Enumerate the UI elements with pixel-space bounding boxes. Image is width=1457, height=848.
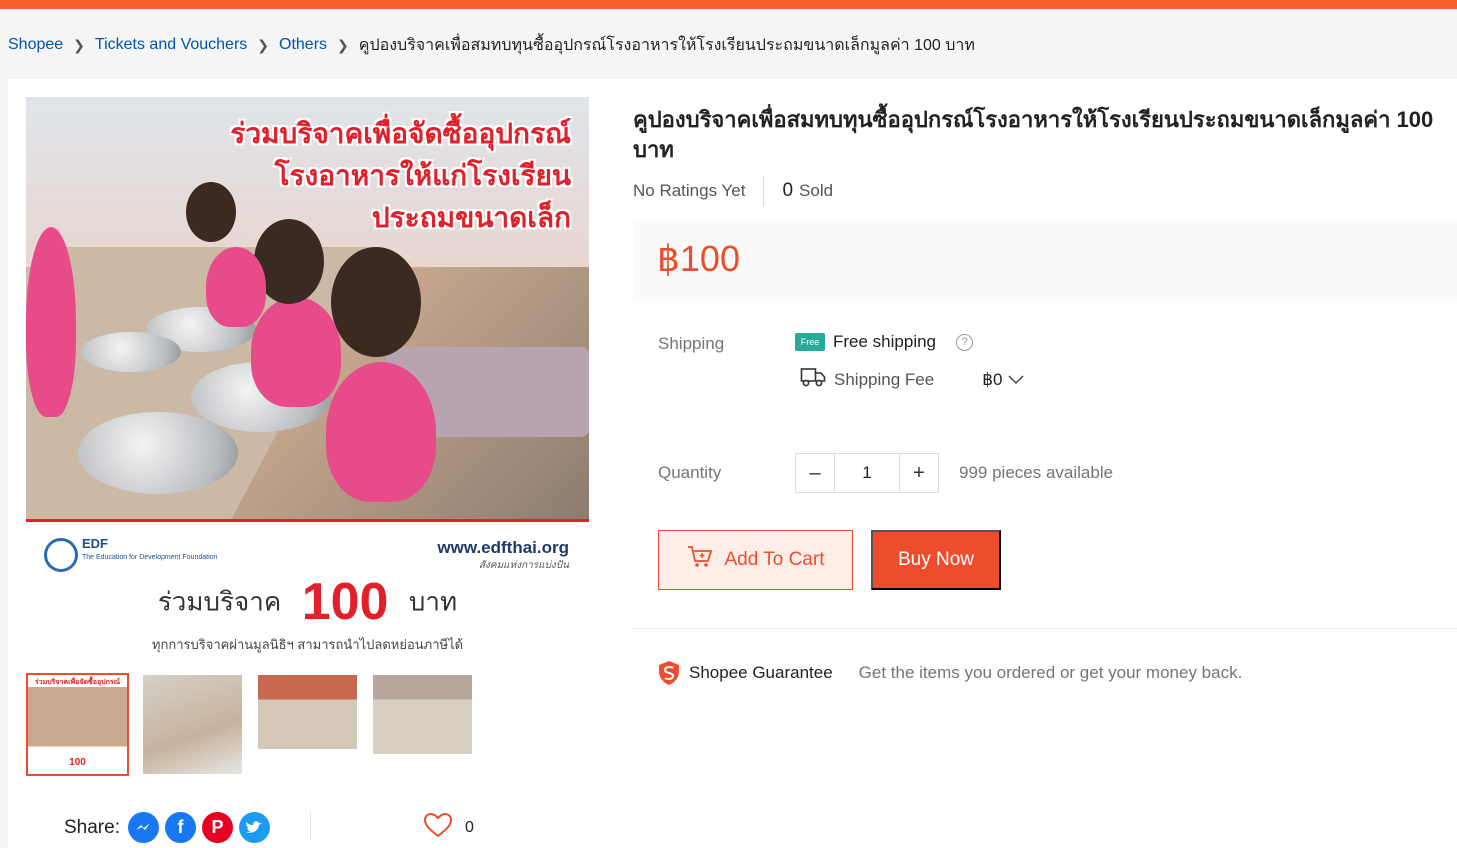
quantity-stepper: – 1 + 999 pieces available bbox=[795, 453, 1113, 493]
photo-child bbox=[26, 227, 76, 417]
quantity-label: Quantity bbox=[658, 463, 722, 482]
guarantee-text: Get the items you ordered or get your mo… bbox=[858, 663, 1243, 682]
chevron-right-icon: ❯ bbox=[73, 36, 85, 53]
thumbnail-strip: ร่วมบริจาคเพื่อจัดซื้ออุปกรณ์ 100 bbox=[26, 673, 474, 776]
product-photo: ร่วมบริจาคเพื่อจัดซื้ออุปกรณ์ โรงอาหารให… bbox=[26, 97, 589, 537]
shield-icon bbox=[657, 660, 681, 686]
shopee-guarantee: Shopee Guarantee Get the items you order… bbox=[657, 660, 1242, 686]
free-shipping-icon: Free bbox=[795, 333, 825, 351]
guarantee-title: Shopee Guarantee bbox=[689, 663, 833, 682]
cart-icon bbox=[687, 545, 713, 575]
free-shipping-text: Free shipping bbox=[833, 332, 937, 351]
messenger-icon[interactable] bbox=[127, 812, 159, 843]
twitter-icon[interactable] bbox=[238, 812, 270, 843]
increase-quantity-button[interactable]: + bbox=[899, 453, 939, 493]
quantity-input[interactable]: 1 bbox=[835, 453, 899, 493]
edf-short-name: EDF bbox=[82, 536, 108, 551]
breadcrumb-home[interactable]: Shopee bbox=[8, 36, 63, 54]
thumbnail-image bbox=[143, 675, 242, 774]
photo-tray bbox=[81, 332, 181, 372]
price: ฿100 bbox=[657, 238, 740, 279]
image-headline-line: ประถมขนาดเล็ก bbox=[371, 202, 571, 233]
buy-now-button[interactable]: Buy Now bbox=[871, 530, 1001, 590]
thumbnail-headline: ร่วมบริจาคเพื่อจัดซื้ออุปกรณ์ bbox=[34, 679, 121, 686]
breadcrumb-current: คูปองบริจาคเพื่อสมทบทุนซื้ออุปกรณ์โรงอาห… bbox=[358, 36, 975, 54]
donate-amount: 100 bbox=[301, 573, 389, 631]
tax-deduction-note: ทุกการบริจาคผ่านมูลนิธิฯ สามารถนำไปลดหย่… bbox=[151, 637, 464, 652]
image-headline: ร่วมบริจาคเพื่อจัดซื้ออุปกรณ์ โรงอาหารให… bbox=[230, 113, 571, 239]
edf-logo-icon bbox=[44, 538, 78, 572]
add-to-cart-label: Add To Cart bbox=[724, 549, 825, 570]
favorite-count: 0 bbox=[465, 818, 474, 836]
stock-available: 999 pieces available bbox=[959, 463, 1114, 482]
donation-banner: EDF The Education for Development Founda… bbox=[26, 519, 589, 660]
product-stats: No Ratings Yet 0 Sold bbox=[633, 176, 833, 206]
image-headline-line: โรงอาหารให้แก่โรงเรียน bbox=[274, 160, 571, 191]
edf-url: www.edfthai.org bbox=[437, 538, 569, 557]
breadcrumb-subcategory[interactable]: Others bbox=[279, 36, 327, 54]
shipping-label: Shipping bbox=[658, 334, 725, 353]
chevron-right-icon: ❯ bbox=[337, 36, 349, 53]
photo-child-head bbox=[331, 247, 421, 357]
edf-tagline: สังคมแห่งการแบ่งปัน bbox=[478, 560, 569, 571]
photo-tray bbox=[78, 412, 238, 494]
photo-child bbox=[326, 362, 436, 502]
truck-icon bbox=[800, 366, 826, 393]
thumbnail-1[interactable]: ร่วมบริจาคเพื่อจัดซื้ออุปกรณ์ 100 bbox=[26, 673, 129, 776]
thumbnail-2[interactable] bbox=[141, 673, 244, 776]
sold-count: 0 bbox=[782, 180, 794, 201]
facebook-icon[interactable]: f bbox=[164, 812, 196, 843]
share-divider bbox=[310, 812, 311, 840]
thumbnail-3[interactable] bbox=[256, 673, 359, 776]
donate-suffix: บาท bbox=[408, 586, 458, 617]
share-label: Share: bbox=[64, 816, 120, 838]
top-accent-bar bbox=[0, 0, 1457, 9]
heart-icon[interactable] bbox=[423, 812, 453, 843]
free-shipping-row: Free Free shipping ? bbox=[795, 332, 974, 352]
image-headline-line: ร่วมบริจาคเพื่อจัดซื้ออุปกรณ์ bbox=[230, 118, 571, 149]
thumbnail-4[interactable] bbox=[371, 673, 474, 776]
edf-full-name: The Education for Development Foundation bbox=[82, 554, 218, 561]
decrease-quantity-button[interactable]: – bbox=[795, 453, 835, 493]
product-title: คูปองบริจาคเพื่อสมทบทุนซื้ออุปกรณ์โรงอาห… bbox=[633, 107, 1434, 162]
photo-child-head bbox=[186, 182, 236, 242]
section-divider bbox=[633, 628, 1457, 629]
photo-child bbox=[206, 247, 266, 327]
add-to-cart-button[interactable]: Add To Cart bbox=[658, 530, 853, 590]
shipping-fee-label: Shipping Fee bbox=[834, 369, 935, 389]
stats-divider bbox=[763, 176, 765, 206]
chevron-down-icon[interactable] bbox=[1008, 372, 1025, 388]
main-product-image[interactable]: ร่วมบริจาคเพื่อจัดซื้ออุปกรณ์ โรงอาหารให… bbox=[26, 97, 589, 660]
sold-label: Sold bbox=[799, 181, 834, 200]
pinterest-icon[interactable]: P bbox=[201, 812, 233, 843]
help-icon[interactable]: ? bbox=[956, 333, 974, 351]
breadcrumb: Shopee ❯ Tickets and Vouchers ❯ Others ❯… bbox=[8, 34, 975, 56]
share-row: Share: f P bbox=[64, 812, 270, 843]
chevron-right-icon: ❯ bbox=[257, 36, 270, 53]
donate-row: ร่วมบริจาค 100 บาท bbox=[26, 572, 589, 632]
thumbnail-amount: 100 bbox=[69, 757, 86, 768]
photo-child bbox=[251, 297, 341, 407]
favorite-row: 0 bbox=[423, 812, 474, 843]
breadcrumb-category[interactable]: Tickets and Vouchers bbox=[95, 36, 247, 54]
thumbnail-image bbox=[373, 675, 472, 774]
shipping-fee-row[interactable]: Shipping Fee ฿0 bbox=[800, 366, 1025, 393]
shipping-fee-value: ฿0 bbox=[982, 369, 1003, 389]
price-box: ฿100 bbox=[633, 220, 1457, 301]
donate-prefix: ร่วมบริจาค bbox=[157, 586, 282, 617]
thumbnail-image bbox=[258, 675, 357, 774]
ratings-text: No Ratings Yet bbox=[633, 181, 746, 200]
